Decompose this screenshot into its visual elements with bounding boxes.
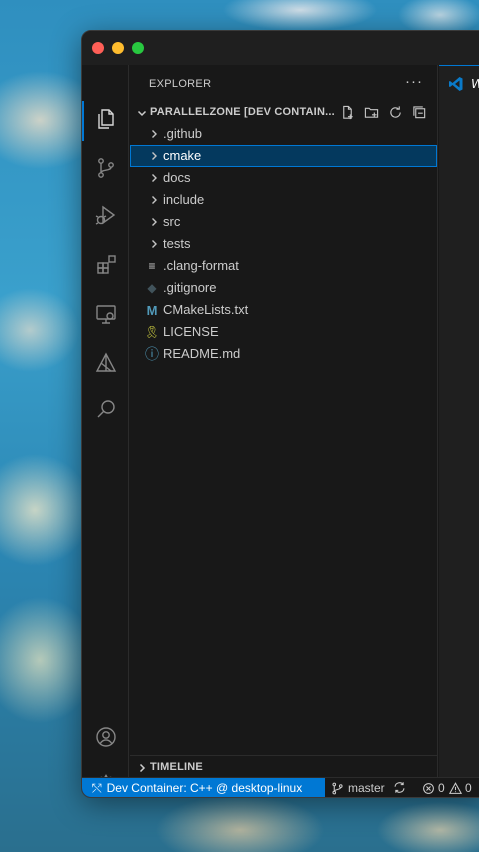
chevron-down-icon — [136, 106, 148, 118]
git-branch-icon — [332, 782, 343, 794]
minimize-window-button[interactable] — [112, 42, 124, 54]
warning-count: 0 — [465, 781, 472, 795]
lines-icon: ≡ — [148, 259, 156, 273]
tree-item-label: LICENSE — [163, 324, 219, 339]
tree-folder-github[interactable]: .github — [130, 123, 437, 145]
info-icon: ⓘ — [145, 346, 159, 362]
close-window-button[interactable] — [92, 42, 104, 54]
chevron-right-icon — [136, 761, 148, 773]
zoom-window-button[interactable] — [132, 42, 144, 54]
chevron-right-icon — [148, 128, 160, 140]
chevron-right-icon — [148, 172, 160, 184]
status-bar: ⤲ Dev Container: C++ @ desktop-linux mas… — [82, 777, 479, 797]
tree-item-label: .github — [163, 126, 203, 141]
activity-bar — [82, 65, 129, 796]
tree-folder-cmake[interactable]: cmake — [130, 145, 437, 167]
tree-item-label: .gitignore — [163, 280, 217, 295]
new-folder-icon[interactable] — [359, 103, 383, 121]
tree-folder-src[interactable]: src — [130, 211, 437, 233]
tree-item-label: docs — [163, 170, 191, 185]
tree-file-gitignore[interactable]: ◆ .gitignore — [130, 277, 437, 299]
branch-label: master — [348, 781, 385, 795]
chevron-right-icon — [148, 150, 160, 162]
tree-file-readme[interactable]: ⓘ README.md — [130, 343, 437, 365]
run-debug-icon[interactable] — [82, 195, 129, 235]
tree-item-label: CMakeLists.txt — [163, 302, 249, 317]
welcome-tab[interactable]: W — [439, 65, 479, 100]
sync-icon — [394, 782, 405, 793]
chevron-right-icon — [148, 194, 160, 206]
error-count: 0 — [438, 781, 445, 795]
remote-indicator-button[interactable]: ⤲ Dev Container: C++ @ desktop-linux — [82, 778, 325, 797]
cmake-tools-icon[interactable] — [82, 343, 129, 383]
chevron-right-icon — [148, 216, 160, 228]
source-control-icon[interactable] — [82, 148, 129, 188]
tree-folder-include[interactable]: include — [130, 189, 437, 211]
git-icon: ◆ — [147, 281, 157, 295]
tree-item-label: .clang-format — [163, 258, 239, 273]
title-bar — [82, 31, 479, 65]
tree-file-clang-format[interactable]: ≡ .clang-format — [130, 255, 437, 277]
vscode-logo-icon — [449, 77, 463, 91]
section-actions — [335, 103, 431, 121]
editor-area: W — [439, 65, 479, 777]
vscode-window: EXPLORER ··· PARALLELZONE [DEV CONTAIN..… — [81, 30, 479, 798]
search-icon[interactable] — [82, 389, 129, 429]
branch-button[interactable]: master — [331, 781, 385, 795]
workspace-section-header[interactable]: PARALLELZONE [DEV CONTAIN... — [130, 101, 437, 123]
chevron-right-icon — [148, 238, 160, 250]
sync-button[interactable] — [393, 781, 406, 797]
sidebar-header: EXPLORER ··· — [130, 65, 437, 103]
explorer-icon[interactable] — [82, 99, 129, 139]
warning-icon — [449, 781, 462, 794]
tab-label: W — [471, 76, 479, 91]
tree-item-label: src — [163, 214, 181, 229]
remote-icon: ⤲ — [92, 780, 102, 795]
problems-errors-button[interactable]: 0 — [422, 781, 445, 795]
timeline-title: TIMELINE — [150, 761, 203, 773]
tree-item-label: cmake — [163, 148, 202, 163]
tree-file-license[interactable]: 🎗 LICENSE — [130, 321, 437, 343]
tree-item-label: tests — [163, 236, 191, 251]
remote-explorer-icon[interactable] — [82, 294, 129, 334]
more-actions-button[interactable]: ··· — [405, 73, 423, 90]
tree-item-label: include — [163, 192, 205, 207]
tree-folder-tests[interactable]: tests — [130, 233, 437, 255]
license-icon: 🎗 — [144, 325, 160, 339]
accounts-icon[interactable] — [82, 717, 129, 757]
collapse-all-icon[interactable] — [407, 103, 431, 121]
new-file-icon[interactable] — [335, 103, 359, 121]
extensions-icon[interactable] — [82, 245, 129, 285]
error-icon — [423, 782, 434, 794]
remote-label: Dev Container: C++ @ desktop-linux — [106, 781, 303, 795]
cmake-icon: M — [146, 302, 158, 318]
refresh-icon[interactable] — [383, 103, 407, 121]
file-tree: .github cmake docs include src tests ≡ .… — [130, 123, 437, 365]
editor-body — [439, 100, 479, 777]
explorer-sidebar: EXPLORER ··· PARALLELZONE [DEV CONTAIN..… — [130, 65, 438, 777]
sidebar-title: EXPLORER — [149, 78, 212, 90]
timeline-section-header[interactable]: TIMELINE — [130, 755, 437, 777]
tree-folder-docs[interactable]: docs — [130, 167, 437, 189]
problems-warnings-button[interactable]: 0 — [449, 781, 472, 795]
tree-file-cmakelists[interactable]: M CMakeLists.txt — [130, 299, 437, 321]
tree-item-label: README.md — [163, 346, 241, 361]
workspace-title: PARALLELZONE [DEV CONTAIN... — [150, 106, 335, 118]
